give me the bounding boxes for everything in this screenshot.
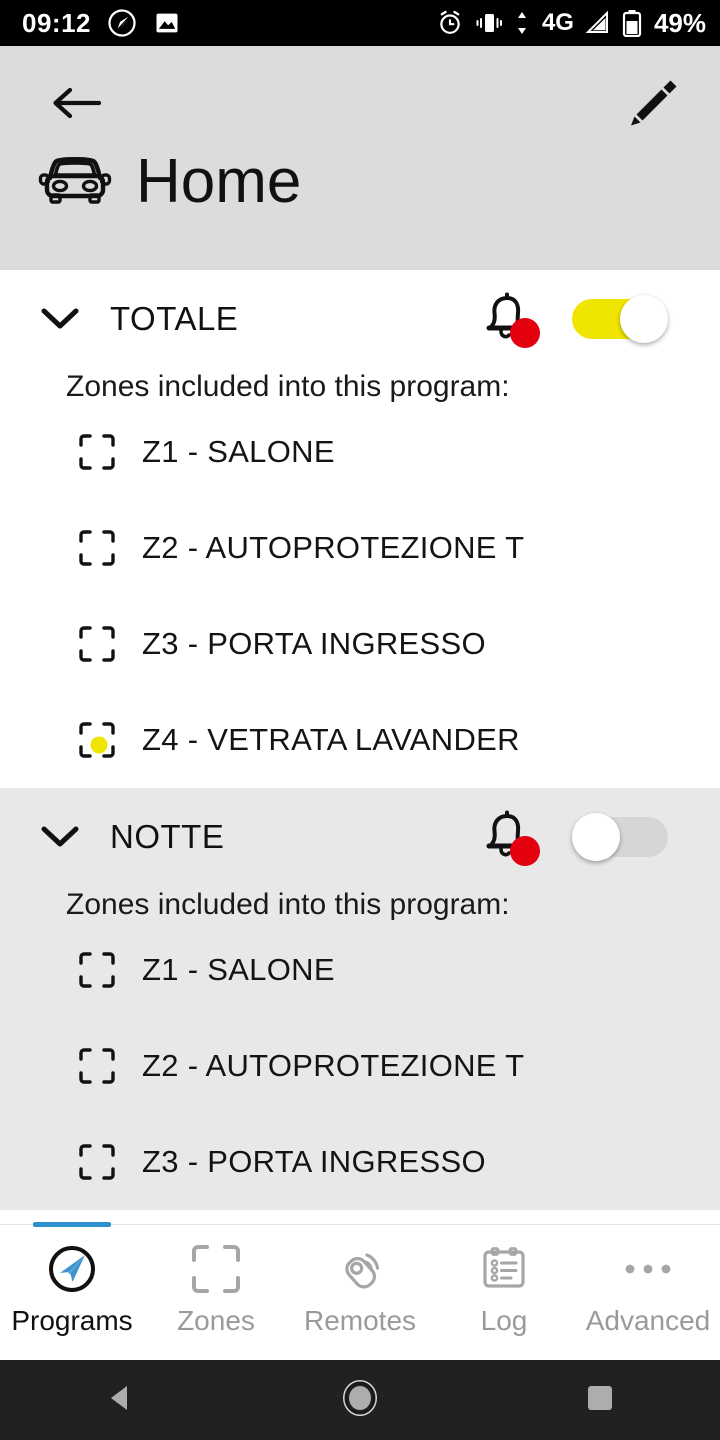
tab-zones[interactable]: Zones <box>144 1225 288 1361</box>
zone-list-item[interactable]: Z2 - AUTOPROTEZIONE T <box>0 1018 720 1114</box>
zone-bracket-icon <box>78 951 116 989</box>
nav-home-button[interactable] <box>300 1360 420 1440</box>
nav-back-icon <box>102 1380 138 1421</box>
alarm-status-badge <box>510 318 540 348</box>
network-type-label: 4G <box>541 9 574 36</box>
alarm-icon <box>436 9 464 37</box>
battery-percent-label: 49% <box>653 8 706 38</box>
data-transfer-icon <box>514 10 530 36</box>
signal-icon <box>584 10 612 36</box>
alarm-status-badge <box>510 836 540 866</box>
program-header[interactable]: NOTTE <box>0 788 720 872</box>
bottom-tab-bar: Programs Zones Remotes Log Advanced <box>0 1222 720 1361</box>
chevron-down-icon[interactable] <box>38 815 82 859</box>
tab-label: Advanced <box>585 1305 711 1336</box>
zone-list-item[interactable]: Z4 - VETRATA LAVANDER <box>0 692 720 788</box>
pencil-icon <box>624 73 684 138</box>
active-tab-indicator <box>33 1222 111 1227</box>
zone-label: Z3 - PORTA INGRESSO <box>142 626 486 661</box>
tab-log[interactable]: Log <box>432 1225 576 1361</box>
zones-included-label: Zones included into this program: <box>66 370 510 403</box>
app-screen: 09:12 4G 49% Home TOTALE Zones included … <box>0 0 720 1440</box>
zone-label: Z4 - VETRATA LAVANDER <box>142 722 520 757</box>
car-icon <box>36 148 114 215</box>
zone-bracket-icon <box>78 625 116 663</box>
zone-bracket-icon <box>78 1047 116 1085</box>
status-time: 09:12 <box>22 8 91 38</box>
remote-key-fob-icon <box>333 1241 387 1297</box>
back-arrow-icon <box>49 83 103 128</box>
program-name: NOTTE <box>110 818 225 855</box>
battery-icon <box>622 9 642 37</box>
paper-plane-circle-icon <box>44 1241 100 1297</box>
zone-bracket-icon <box>78 433 116 471</box>
tab-label: Zones <box>177 1305 255 1336</box>
zone-label: Z2 - AUTOPROTEZIONE T <box>142 530 525 565</box>
app-header: Home <box>0 46 720 270</box>
toggle-knob <box>620 295 668 343</box>
nav-back-button[interactable] <box>60 1360 180 1440</box>
header-actions <box>0 46 720 142</box>
zones-included-label: Zones included into this program: <box>66 888 510 921</box>
bell-icon[interactable] <box>476 288 540 350</box>
zone-list-item[interactable]: Z3 - PORTA INGRESSO <box>0 1114 720 1210</box>
program-toggle[interactable] <box>572 813 668 861</box>
nav-recents-icon <box>584 1382 616 1419</box>
zone-label: Z1 - SALONE <box>142 434 335 469</box>
zone-list-item[interactable]: Z1 - SALONE <box>0 922 720 1018</box>
zone-bracket-icon <box>78 1143 116 1181</box>
zone-bracket-icon <box>190 1241 242 1297</box>
nav-recents-button[interactable] <box>540 1360 660 1440</box>
ellipsis-icon <box>621 1241 675 1297</box>
program-section-totale: TOTALE Zones included into this program: <box>0 270 720 788</box>
tab-label: Programs <box>11 1305 133 1336</box>
image-icon <box>153 9 181 37</box>
navigation-icon <box>107 8 137 38</box>
zone-list-item[interactable]: Z2 - AUTOPROTEZIONE T <box>0 500 720 596</box>
tab-remotes[interactable]: Remotes <box>288 1225 432 1361</box>
chevron-down-icon[interactable] <box>38 297 82 341</box>
nav-home-icon <box>340 1378 380 1423</box>
vibrate-icon <box>474 10 504 36</box>
edit-button[interactable] <box>622 73 686 137</box>
zone-label: Z3 - PORTA INGRESSO <box>142 1144 486 1179</box>
status-bar: 09:12 4G 49% <box>0 0 720 46</box>
tab-label: Remotes <box>303 1305 417 1336</box>
tab-programs[interactable]: Programs <box>0 1222 144 1361</box>
page-title: Home <box>136 146 302 216</box>
status-bar-right: 4G 49% <box>436 9 706 37</box>
zone-list-item[interactable]: Z1 - SALONE <box>0 404 720 500</box>
header-title-row: Home <box>0 148 720 215</box>
zone-label: Z2 - AUTOPROTEZIONE T <box>142 1048 525 1083</box>
tab-label: Log <box>480 1305 528 1336</box>
program-section-notte: NOTTE Zones included into this program: <box>0 788 720 1210</box>
toggle-knob <box>572 813 620 861</box>
zone-label: Z1 - SALONE <box>142 952 335 987</box>
zone-bracket-icon <box>78 529 116 567</box>
zone-bracket-icon-active <box>78 721 116 759</box>
bell-icon[interactable] <box>476 806 540 868</box>
program-toggle[interactable] <box>572 295 668 343</box>
program-name: TOTALE <box>110 300 239 337</box>
back-button[interactable] <box>48 77 104 133</box>
tab-advanced[interactable]: Advanced <box>576 1225 720 1361</box>
status-bar-left: 09:12 <box>22 8 181 38</box>
zone-list-item[interactable]: Z3 - PORTA INGRESSO <box>0 596 720 692</box>
android-nav-bar <box>0 1360 720 1440</box>
clipboard-list-icon <box>478 1241 530 1297</box>
program-header[interactable]: TOTALE <box>0 270 720 354</box>
